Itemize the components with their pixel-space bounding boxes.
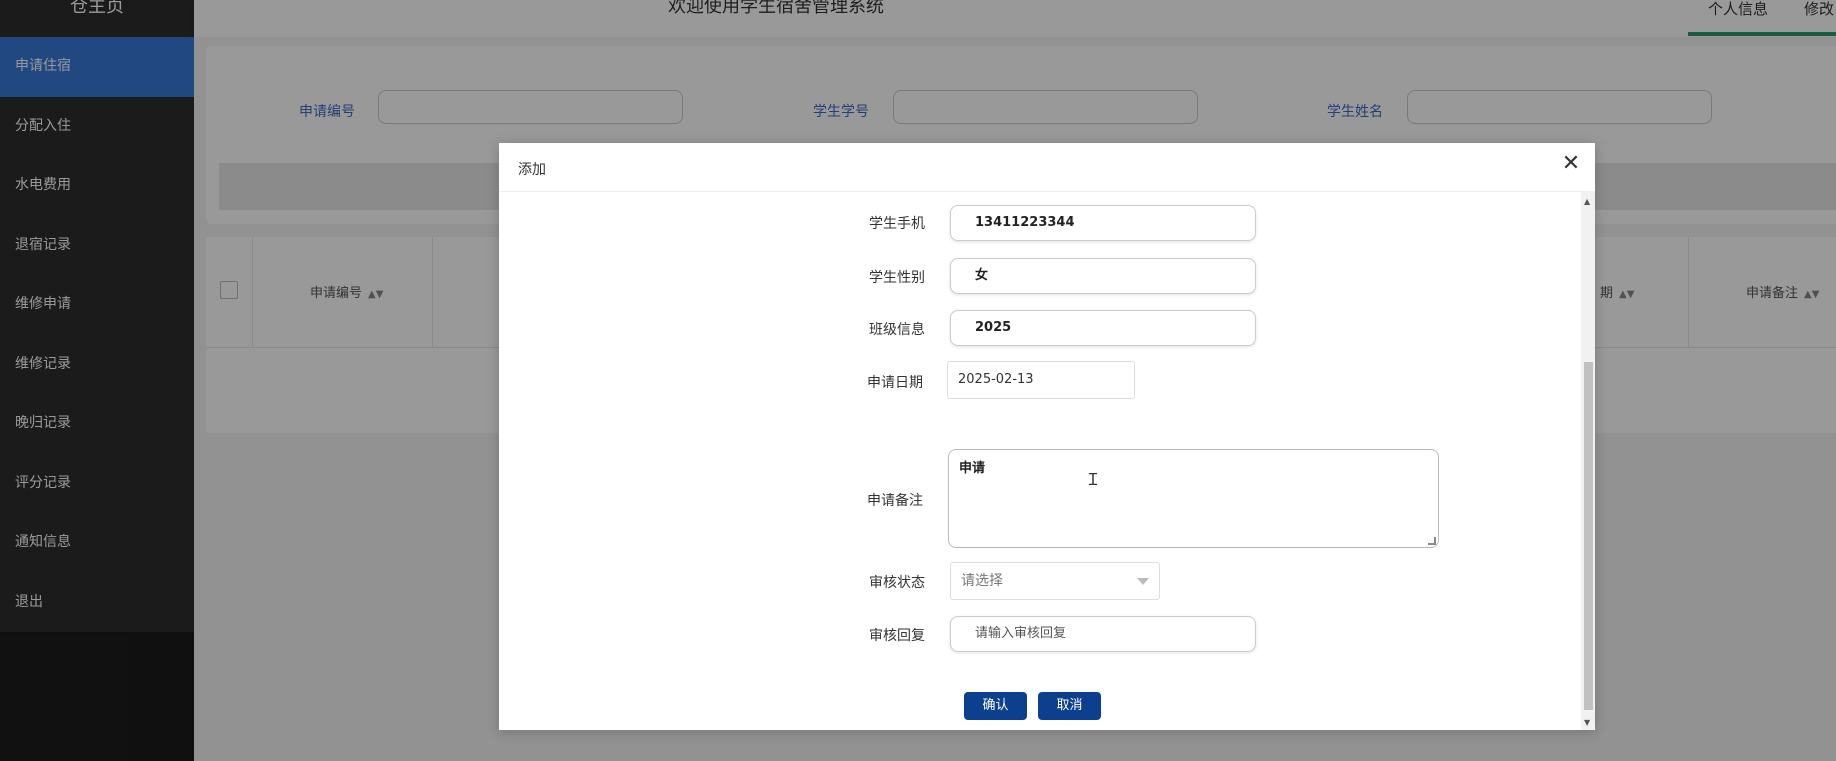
scroll-up-icon[interactable]: ▲ (1584, 197, 1590, 206)
add-dialog: 添加 ✕ 学生手机 13411223344 学生性别 女 班级信息 2025 申… (499, 143, 1595, 730)
close-icon[interactable]: ✕ (1561, 153, 1581, 175)
remark-text: 申请 (959, 461, 986, 476)
review-status-select[interactable]: 请选择 (950, 562, 1160, 600)
review-status-label: 审核状态 (869, 575, 925, 591)
class-info-field[interactable]: 2025 (950, 310, 1256, 346)
dialog-scrollbar[interactable]: ▲ ▼ (1581, 191, 1595, 730)
remark-label: 申请备注 (867, 493, 923, 509)
phone-field[interactable]: 13411223344 (950, 205, 1256, 241)
text-cursor-icon: Ｉ (1085, 470, 1102, 489)
scroll-down-icon[interactable]: ▼ (1584, 718, 1590, 727)
dialog-title: 添加 (518, 162, 546, 178)
review-reply-field[interactable]: 请输入审核回复 (950, 616, 1256, 652)
phone-label: 学生手机 (869, 216, 925, 232)
gender-field[interactable]: 女 (950, 258, 1256, 294)
dialog-header: 添加 ✕ (499, 143, 1595, 192)
apply-date-label: 申请日期 (867, 375, 923, 391)
class-info-label: 班级信息 (869, 322, 925, 338)
scroll-thumb[interactable] (1584, 362, 1593, 710)
cancel-button[interactable]: 取消 (1038, 692, 1101, 720)
resize-handle-icon[interactable] (1428, 537, 1436, 545)
review-reply-label: 审核回复 (869, 628, 925, 644)
gender-label: 学生性别 (869, 270, 925, 286)
review-status-placeholder: 请选择 (961, 573, 1003, 589)
apply-date-field[interactable]: 2025-02-13 (947, 361, 1135, 399)
remark-textarea[interactable]: 申请 (948, 449, 1439, 548)
chevron-down-icon (1137, 578, 1149, 585)
confirm-button[interactable]: 确认 (964, 692, 1027, 720)
